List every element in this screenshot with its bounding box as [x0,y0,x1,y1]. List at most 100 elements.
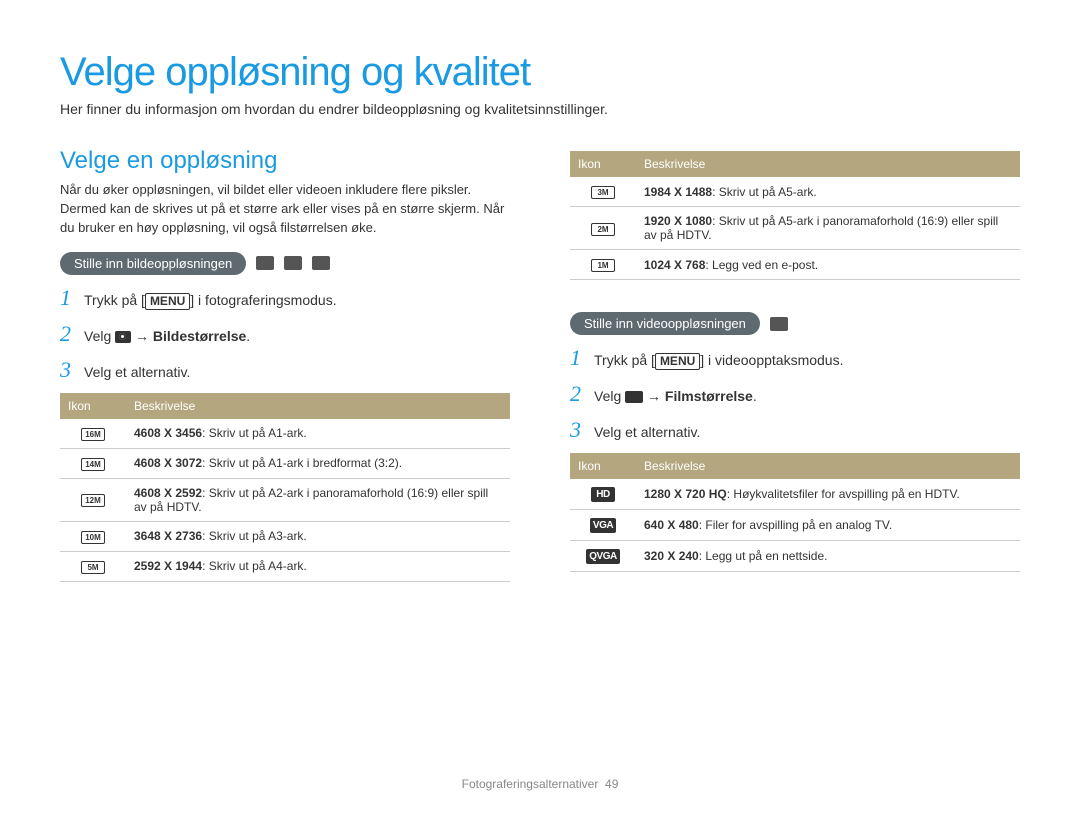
res-desc: 3648 X 2736: Skriv ut på A3-ark. [126,521,510,551]
res-icon: 14M [81,458,105,471]
page-intro: Her finner du informasjon om hvordan du … [60,101,1020,117]
step2-pre: Velg [84,328,115,344]
table-row: QVGA 320 X 240: Legg ut på en nettside. [570,541,1020,572]
photo-resolution-table-cont: Ikon Beskrivelse 3M 1984 X 1488: Skriv u… [570,151,1020,280]
page-footer: Fotograferingsalternativer 49 [0,777,1080,791]
res-bold: 4608 X 2592 [134,486,202,500]
res-desc: 4608 X 2592: Skriv ut på A2-ark i panora… [126,478,510,521]
mode-icon-smart [256,256,274,270]
th-desc: Beskrivelse [636,151,1020,177]
video-step-1: 1 Trykk på [MENU] i videoopptaksmodus. [570,345,1020,371]
photo-step-2: 2 Velg → Bildestørrelse. [60,321,510,347]
step-number: 3 [60,357,74,383]
res-rest: : Skriv ut på A4-ark. [202,559,307,573]
step1-post: ] i videoopptaksmodus. [700,352,843,368]
mode-icon-scene [312,256,330,270]
res-icon: 2M [591,223,615,236]
step-number: 2 [570,381,584,407]
step-text: Trykk på [MENU] i fotograferingsmodus. [84,292,337,310]
step-number: 1 [60,285,74,311]
res-desc: 4608 X 3456: Skriv ut på A1-ark. [126,419,510,449]
res-bold: 3648 X 2736 [134,529,202,543]
res-rest: : Høykvalitetsfiler for avspilling på en… [727,487,960,501]
step-text: Velg et alternativ. [84,364,190,380]
section-body: Når du øker oppløsningen, vil bildet ell… [60,181,510,238]
mode-icon-video [770,317,788,331]
res-rest: : Filer for avspilling på en analog TV. [699,518,892,532]
res-bold: 640 X 480 [644,518,699,532]
th-desc: Beskrivelse [126,393,510,419]
res-rest: : Legg ut på en nettside. [699,549,828,563]
table-row: 12M 4608 X 2592: Skriv ut på A2-ark i pa… [60,478,510,521]
table-row: 2M 1920 X 1080: Skriv ut på A5-ark i pan… [570,207,1020,250]
left-column: Velge en oppløsning Når du øker oppløsni… [60,147,510,582]
step-text: Velg et alternativ. [594,424,700,440]
res-icon: 1M [591,259,615,272]
step-text: Velg → Filmstørrelse. [594,388,757,404]
step-text: Velg → Bildestørrelse. [84,328,250,344]
step-text: Trykk på [MENU] i videoopptaksmodus. [594,352,843,370]
res-bold: 4608 X 3072 [134,456,202,470]
video-step-3: 3 Velg et alternativ. [570,417,1020,443]
res-bold: 1280 X 720 HQ [644,487,727,501]
step-number: 2 [60,321,74,347]
res-bold: 1920 X 1080 [644,214,712,228]
res-bold: 320 X 240 [644,549,699,563]
menu-key: MENU [655,353,700,370]
res-desc: 1280 X 720 HQ: Høykvalitetsfiler for avs… [636,479,1020,510]
th-icon: Ikon [570,151,636,177]
res-icon: 3M [591,186,615,199]
res-desc: 1920 X 1080: Skriv ut på A5-ark i panora… [636,207,1020,250]
step1-post: ] i fotograferingsmodus. [190,292,336,308]
video-step-2: 2 Velg → Filmstørrelse. [570,381,1020,407]
table-row: 14M 4608 X 3072: Skriv ut på A1-ark i br… [60,448,510,478]
res-rest: : Skriv ut på A3-ark. [202,529,307,543]
res-rest: : Skriv ut på A1-ark. [202,426,307,440]
res-bold: 4608 X 3456 [134,426,202,440]
step2-arrow: → [643,388,665,404]
photo-step-1: 1 Trykk på [MENU] i fotograferingsmodus. [60,285,510,311]
step2-arrow: → [131,328,153,344]
table-row: 10M 3648 X 2736: Skriv ut på A3-ark. [60,521,510,551]
step1-pre: Trykk på [ [84,292,145,308]
res-desc: 640 X 480: Filer for avspilling på en an… [636,510,1020,541]
res-icon: 16M [81,428,105,441]
th-desc: Beskrivelse [636,453,1020,479]
res-bold: 1024 X 768 [644,258,705,272]
step-number: 3 [570,417,584,443]
th-icon: Ikon [570,453,636,479]
table-row: VGA 640 X 480: Filer for avspilling på e… [570,510,1020,541]
photo-pill-row: Stille inn bildeoppløsningen [60,252,510,275]
res-rest: : Skriv ut på A5-ark. [712,185,817,199]
video-pill-row: Stille inn videooppløsningen [570,312,1020,335]
table-row: 5M 2592 X 1944: Skriv ut på A4-ark. [60,551,510,581]
res-icon: HD [591,487,615,502]
photo-resolution-table: Ikon Beskrivelse 16M 4608 X 3456: Skriv … [60,393,510,582]
table-row: 16M 4608 X 3456: Skriv ut på A1-ark. [60,419,510,449]
mode-icon-program [284,256,302,270]
res-icon: 5M [81,561,105,574]
table-row: 3M 1984 X 1488: Skriv ut på A5-ark. [570,177,1020,207]
footer-page: 49 [605,777,618,791]
step1-pre: Trykk på [ [594,352,655,368]
step2-bold: Filmstørrelse [665,388,753,404]
res-rest: : Legg ved en e-post. [705,258,818,272]
res-icon: 12M [81,494,105,507]
res-icon: QVGA [586,549,619,564]
video-resolution-table: Ikon Beskrivelse HD 1280 X 720 HQ: Høykv… [570,453,1020,572]
section-heading: Velge en oppløsning [60,147,510,175]
right-column: Ikon Beskrivelse 3M 1984 X 1488: Skriv u… [570,147,1020,582]
menu-key: MENU [145,293,190,310]
video-pill: Stille inn videooppløsningen [570,312,760,335]
film-icon [625,391,643,403]
res-desc: 1984 X 1488: Skriv ut på A5-ark. [636,177,1020,207]
res-icon: VGA [590,518,616,533]
footer-section: Fotograferingsalternativer [462,777,599,791]
res-desc: 1024 X 768: Legg ved en e-post. [636,250,1020,280]
table-row: HD 1280 X 720 HQ: Høykvalitetsfiler for … [570,479,1020,510]
camera-icon [115,331,131,343]
res-desc: 2592 X 1944: Skriv ut på A4-ark. [126,551,510,581]
res-desc: 4608 X 3072: Skriv ut på A1-ark i bredfo… [126,448,510,478]
res-desc: 320 X 240: Legg ut på en nettside. [636,541,1020,572]
step2-bold: Bildestørrelse [153,328,246,344]
